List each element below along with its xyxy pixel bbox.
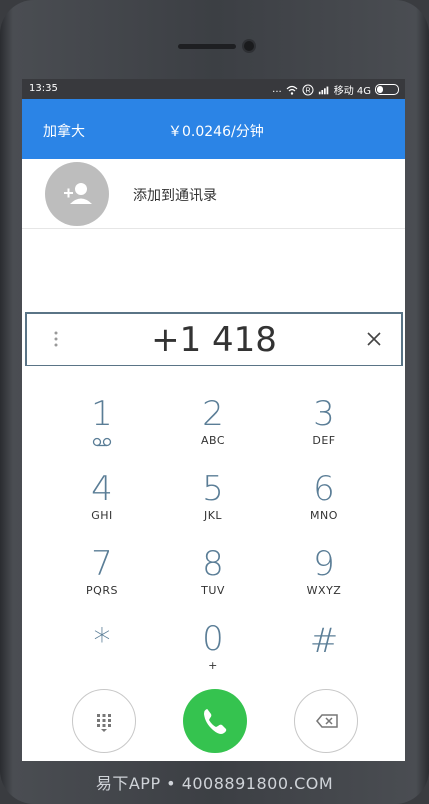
status-time: 13:35	[29, 83, 58, 94]
wifi-icon	[286, 85, 298, 95]
add-person-icon	[64, 183, 92, 204]
status-icons: ... R 移动 4G	[272, 82, 399, 97]
suggestion-area	[22, 229, 405, 309]
keypad-toggle-button[interactable]	[72, 689, 136, 753]
key-letters: GHI	[91, 509, 113, 522]
call-rate: ￥0.0246/分钟	[168, 124, 264, 140]
status-dots: ...	[272, 84, 282, 95]
top-bar: 加拿大 ￥0.0246/分钟	[22, 99, 405, 159]
key-digit: 6	[313, 469, 335, 509]
watermark-text: 易下APP • 4008891800.COM	[95, 774, 334, 793]
key-digit: 1	[91, 394, 113, 434]
call-button[interactable]	[183, 689, 247, 753]
dialed-number: +1 418	[151, 320, 277, 360]
key-digit: #	[309, 621, 339, 661]
key-letters: PQRS	[86, 584, 118, 597]
carrier-label: 移动 4G	[333, 86, 371, 97]
key-1[interactable]: 1	[52, 396, 152, 466]
key-digit: 0	[202, 619, 224, 659]
backspace-icon	[316, 714, 338, 728]
key-digit: *	[93, 621, 111, 661]
key-8[interactable]: 8 TUV	[163, 546, 263, 616]
key-letters: WXYZ	[306, 584, 342, 597]
key-3[interactable]: 3 DEF	[274, 396, 374, 466]
key-digit: 8	[202, 544, 224, 584]
key-letters: TUV	[201, 584, 225, 597]
add-contact-avatar[interactable]	[45, 162, 109, 226]
key-letters: +	[208, 659, 218, 672]
key-digit: 2	[202, 394, 224, 434]
status-bar: 13:35 ... R 移动 4G	[22, 79, 405, 99]
key-5[interactable]: 5 JKL	[163, 471, 263, 541]
voicemail-icon	[92, 437, 112, 447]
keypad: 1 2 ABC 3 DEF 4 GHI 5 JKL 6 MNO 7 PQRS 8…	[22, 366, 405, 676]
registered-icon: R	[302, 84, 314, 95]
key-letters: DEF	[312, 434, 336, 447]
svg-text:R: R	[305, 87, 310, 94]
phone-frame: 13:35 ... R 移动 4G 加拿大 ￥0.0246/分钟 添加到通讯录 …	[0, 0, 429, 804]
country-label[interactable]: 加拿大	[43, 121, 85, 141]
key-digit: 5	[202, 469, 224, 509]
backspace-button[interactable]	[294, 689, 358, 753]
key-digit: 3	[313, 394, 335, 434]
key-digit: 4	[91, 469, 113, 509]
key-letters: ABC	[200, 434, 226, 447]
key-letters: MNO	[310, 509, 338, 522]
number-display-bar: +1 418	[25, 312, 403, 367]
phone-icon	[204, 709, 227, 734]
key-digit: 9	[313, 544, 335, 584]
action-bar	[22, 676, 405, 761]
key-digit: 7	[91, 544, 113, 584]
screen: 13:35 ... R 移动 4G 加拿大 ￥0.0246/分钟 添加到通讯录 …	[22, 79, 405, 761]
earpiece-speaker	[178, 44, 236, 49]
key-7[interactable]: 7 PQRS	[52, 546, 152, 616]
front-camera	[244, 41, 254, 51]
signal-icon	[318, 86, 328, 94]
close-icon[interactable]	[365, 330, 383, 348]
key-9[interactable]: 9 WXYZ	[274, 546, 374, 616]
add-contact-label[interactable]: 添加到通讯录	[133, 185, 217, 205]
key-2[interactable]: 2 ABC	[163, 396, 263, 466]
dialpad-icon	[97, 714, 111, 732]
key-6[interactable]: 6 MNO	[274, 471, 374, 541]
key-4[interactable]: 4 GHI	[52, 471, 152, 541]
battery-icon	[375, 84, 399, 95]
add-contact-row[interactable]: 添加到通讯录	[22, 159, 405, 229]
key-letters: JKL	[203, 509, 223, 522]
